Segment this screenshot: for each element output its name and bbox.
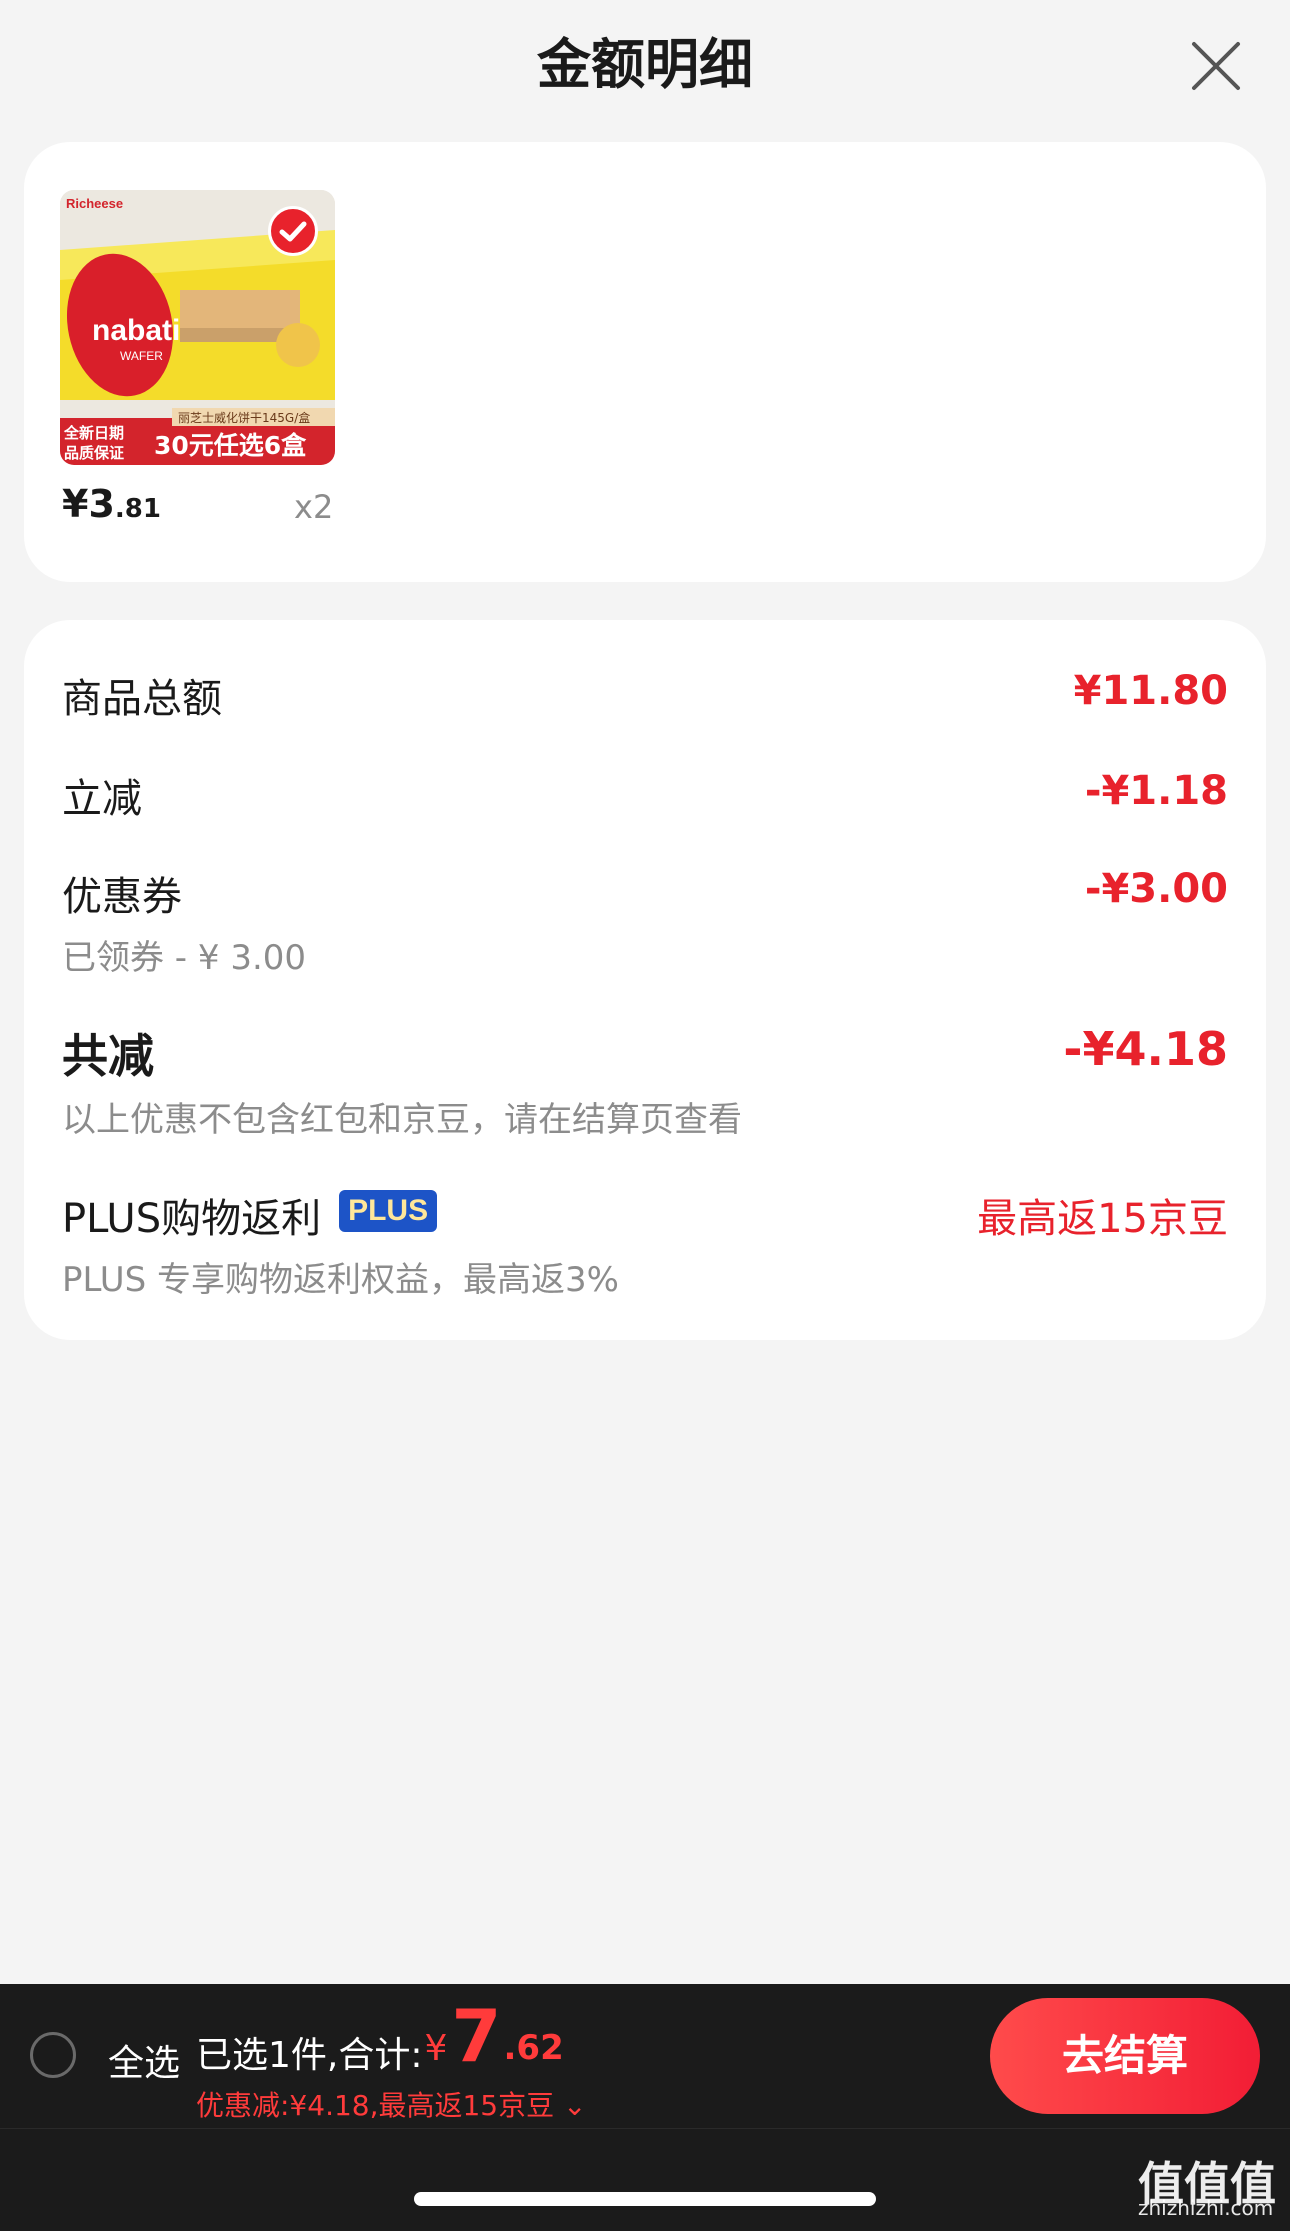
select-all-label[interactable]: 全选 (108, 2034, 180, 2086)
product-image-logo-sub: WAFER (120, 349, 163, 363)
checkout-button[interactable]: 去结算 (990, 1998, 1260, 2114)
home-indicator-area (0, 2128, 1290, 2231)
watermark-url: zhizhizhi.com (1138, 2196, 1274, 2220)
product-quantity: x2 (294, 488, 334, 526)
product-image-brand: Richeese (66, 196, 123, 211)
product-price-dec: .81 (114, 494, 161, 524)
total-off-sub: 以上优惠不包含红包和京豆，请在结算页查看 (62, 1100, 742, 1140)
total-currency: ¥ (424, 2028, 448, 2069)
selected-summary: 已选1件,合计: (196, 2035, 423, 2076)
coupon-label: 优惠券 (62, 874, 182, 920)
goods-total-value: ¥11.80 (1073, 668, 1228, 714)
selected-check-icon[interactable] (268, 206, 318, 256)
plus-rebate-label: PLUS购物返利 (62, 1196, 322, 1242)
home-indicator[interactable] (414, 2192, 876, 2206)
coupon-value: -¥3.00 (1084, 866, 1228, 912)
plus-rebate-value: 最高返15京豆 (977, 1196, 1228, 1242)
goods-total-label: 商品总额 (62, 676, 222, 722)
product-image-promo-2: 品质保证 (64, 444, 124, 462)
total-amount-int: 7 (451, 1994, 502, 2078)
plus-rebate-sub: PLUS 专享购物返利权益，最高返3% (62, 1260, 619, 1300)
product-price: ¥3.81 (62, 482, 161, 526)
total-off-label: 共减 (62, 1029, 154, 1083)
plus-badge: PLUS (339, 1190, 438, 1232)
product-image-promo-big: 30元任选6盒 (154, 431, 307, 460)
page-title: 金额明细 (537, 33, 753, 96)
discount-detail-toggle[interactable]: 优惠减:¥4.18,最高返15京豆 ⌄ (196, 2084, 586, 2124)
instant-discount-value: -¥1.18 (1084, 768, 1228, 814)
product-image-promo-1: 全新日期 (63, 424, 124, 442)
select-all-radio[interactable] (30, 2032, 76, 2078)
close-icon[interactable] (1188, 38, 1244, 94)
instant-discount-label: 立减 (62, 776, 142, 822)
product-price-int: ¥3 (62, 482, 115, 526)
total-off-value: -¥4.18 (1063, 1022, 1228, 1076)
product-image-caption: 丽芝士威化饼干145G/盒 (178, 410, 310, 425)
total-amount-dec: .62 (503, 2028, 564, 2068)
product-image-logo: nabati (92, 314, 180, 347)
coupon-sub: 已领券 - ¥ 3.00 (62, 938, 307, 978)
